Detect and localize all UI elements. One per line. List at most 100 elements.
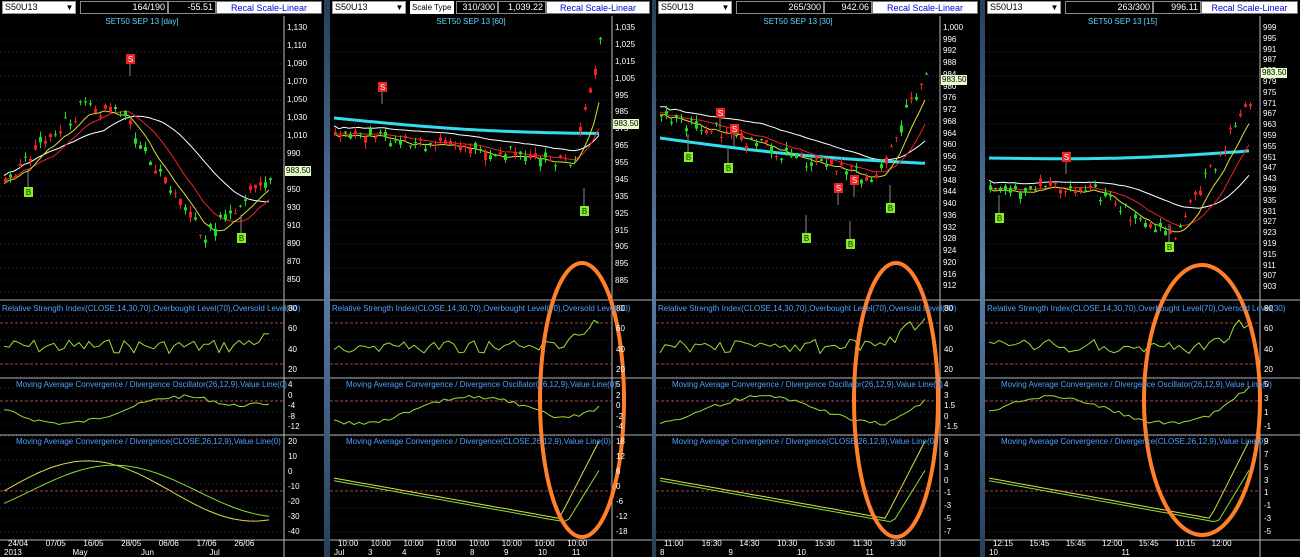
candle [1094,184,1097,187]
candle [94,108,97,113]
candle [144,146,147,152]
date-axis-label: 2013 [4,548,22,557]
chart-canvas[interactable]: SB [330,0,652,557]
rsi-axis-label: 80 [616,304,625,313]
price-axis-label: 870 [287,257,301,266]
macd-axis-label: -10 [288,482,300,491]
candle [549,159,552,161]
candle [419,139,422,141]
macd-line [988,440,1250,519]
macd-axis-label: 20 [288,437,297,446]
candle [259,181,262,186]
candle [374,137,377,139]
price-axis-label: 967 [1263,109,1277,119]
candle [164,177,167,184]
time-axis-label: 07/05 [45,539,66,548]
candle [1179,225,1182,228]
chart-canvas[interactable]: B S B [985,0,1300,557]
candle [24,156,27,158]
candle [845,171,848,175]
time-axis-label: 15:45 [1065,539,1086,548]
rsi-axis-label: 20 [944,365,953,374]
candle [524,156,527,162]
signal-label: B [726,164,731,173]
candle [504,154,507,160]
time-axis-label: 06/06 [158,539,179,548]
candle [449,140,452,145]
rsi-axis-label: 40 [288,344,297,354]
price-axis-label: 996 [943,34,957,44]
chart-pane-3[interactable]: S50U13 ▼ 265/300 942.06 Recal Scale-Linear SE… [656,0,980,557]
rsi-line [659,317,926,355]
candle [349,134,352,139]
candle [84,101,87,103]
candle [695,121,698,129]
rsi-axis-label: 20 [288,365,297,374]
candle [234,213,237,215]
candle [1059,189,1062,194]
macd-axis-label: -3 [944,501,952,511]
candle [399,140,402,145]
long-moving-average-line [333,116,600,135]
candle [359,132,362,134]
signal-label: B [848,240,853,249]
candle [379,131,382,133]
candle [1109,195,1112,197]
candle [1184,215,1187,217]
candle [1034,189,1037,191]
candle [905,104,908,108]
candle [1199,190,1202,195]
candle [1029,186,1032,189]
candle [564,157,567,159]
candle [860,179,863,184]
rsi-axis-label: 60 [944,324,953,334]
price-axis-label: 955 [615,158,629,167]
candle [675,115,678,117]
date-axis-label: Jul [334,548,345,557]
time-axis-label: 10:00 [567,539,588,548]
chart-pane-1[interactable]: S50U13 ▼ 164/190 -55.51 Recal Scale-Linear SE… [0,0,324,557]
candle [534,153,537,158]
candle [169,190,172,193]
time-axis-label: 14:30 [739,539,760,548]
macd-axis-label: -30 [288,512,300,521]
price-axis-label: 910 [287,221,301,230]
macd-axis-label: -5 [1264,527,1272,536]
candle [394,140,397,142]
candle [249,185,252,190]
candle [840,163,843,166]
time-axis-label: 11:00 [664,539,684,548]
candle [795,154,798,158]
candle [34,145,37,150]
time-axis-label: 12:00 [1211,539,1232,548]
price-axis-label: 932 [943,222,957,232]
candle [1064,191,1067,193]
macd-axis-label: -12 [616,512,628,521]
chart-pane-2[interactable]: S50U13 ▼ Scale Type 310/300 1,039.22 Recal Sc… [330,0,652,557]
chart-canvas[interactable]: BSSBBBSSB [656,0,980,557]
candle [544,152,547,158]
candle [680,117,683,119]
osc-axis-label: 0 [616,401,621,410]
chart-pane-4[interactable]: S50U13 ▼ 263/300 996.11 Recal Scale-Linear SE… [985,0,1300,557]
candle [404,136,407,139]
time-axis-label: 12:00 [1102,539,1123,548]
time-axis-label: 9:30 [890,539,906,548]
candle [149,161,152,166]
signal-label: S [836,184,841,193]
candle [59,131,62,134]
price-axis-label: 979 [1263,77,1277,86]
moving-average-line [660,106,926,161]
candle [705,129,708,134]
macd-axis-label: 6 [616,467,621,476]
candle [1214,169,1217,171]
price-axis-label: 940 [943,199,957,209]
candle [499,152,502,155]
signal-label: S [380,83,385,92]
moving-average-line [3,110,270,223]
candle [1229,127,1232,130]
candle [1074,191,1077,194]
price-axis-label: 1,130 [287,23,308,32]
candle [244,199,247,201]
chart-canvas[interactable]: B S B [0,0,324,557]
